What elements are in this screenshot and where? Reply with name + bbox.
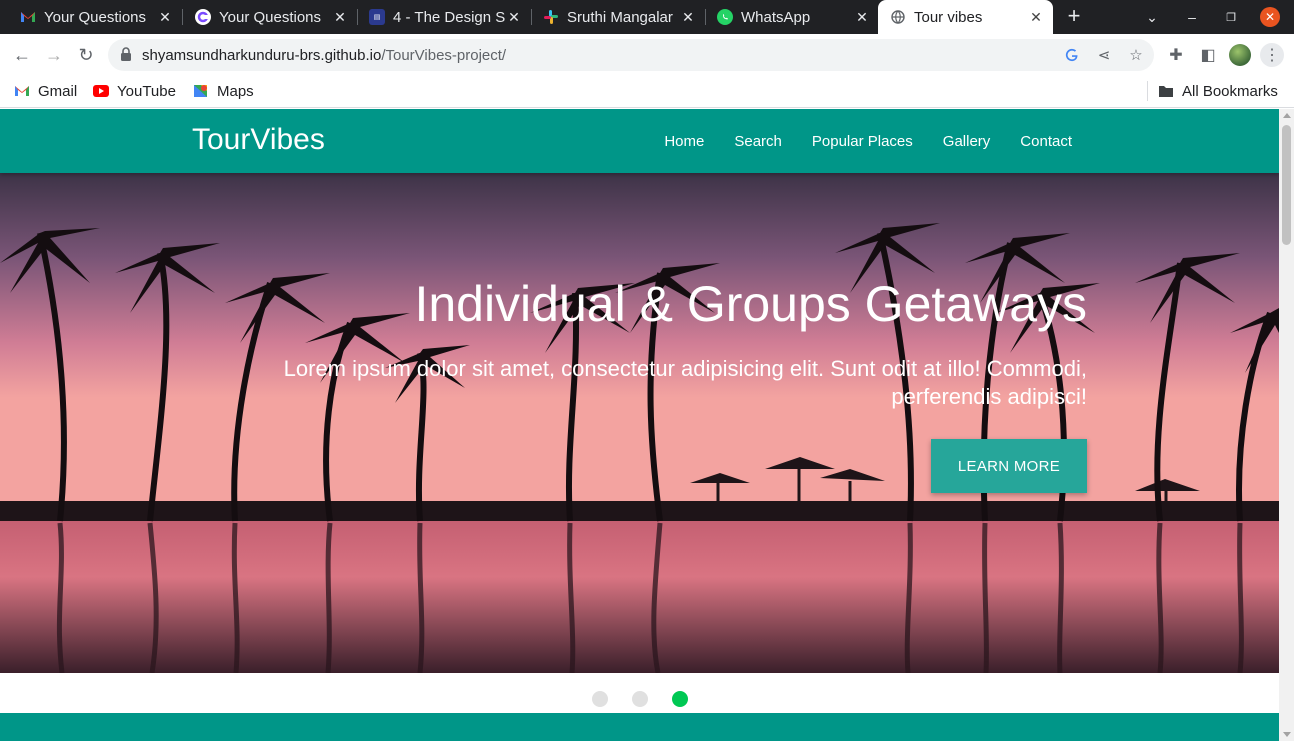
gmail-icon [14, 83, 30, 99]
minimize-icon[interactable]: – [1177, 0, 1207, 34]
next-section-band [0, 713, 1279, 741]
nav-home[interactable]: Home [664, 133, 704, 150]
reload-icon[interactable]: ↻ [74, 43, 98, 67]
web-page: TourVibes Home Search Popular Places Gal… [0, 109, 1279, 741]
slide-indicator-1[interactable] [592, 691, 608, 707]
bookmark-star-icon[interactable]: ☆ [1127, 46, 1145, 64]
scrollbar-thumb[interactable] [1282, 125, 1291, 245]
site-nav-links: Home Search Popular Places Gallery Conta… [634, 109, 1072, 173]
url-domain: shyamsundharkunduru-brs.github.io [142, 47, 382, 64]
tab-title: 4 - The Design Sy [393, 8, 505, 26]
site-navbar: TourVibes Home Search Popular Places Gal… [0, 109, 1279, 173]
new-tab-button[interactable]: + [1062, 5, 1086, 29]
doc-icon: ▤ [369, 9, 385, 25]
url-path: /TourVibes-project/ [381, 47, 507, 64]
all-bookmarks[interactable]: All Bookmarks [1158, 81, 1278, 101]
tab-strip: Your Questions ✕ Your Questions ✕ ▤ 4 - … [0, 0, 1294, 34]
close-icon[interactable]: ✕ [679, 9, 697, 26]
learn-more-button[interactable]: LEARN MORE [931, 439, 1087, 493]
tab-title: Tour vibes [914, 8, 983, 26]
nav-gallery[interactable]: Gallery [943, 133, 991, 150]
gmail-icon [20, 9, 36, 25]
tab-search-icon[interactable]: ⌄ [1137, 0, 1167, 34]
nav-contact[interactable]: Contact [1020, 133, 1072, 150]
slack-icon [543, 9, 559, 25]
hero-slider: Individual & Groups Getaways Lorem ipsum… [0, 173, 1279, 673]
tab-gmail[interactable]: Your Questions ✕ [0, 0, 182, 34]
folder-icon [1158, 83, 1174, 99]
tab-title: Your Questions [219, 8, 322, 26]
menu-icon[interactable]: ⋮ [1260, 43, 1284, 67]
bookmark-label: Maps [217, 82, 254, 100]
close-icon[interactable]: ✕ [331, 9, 349, 26]
bookmark-label: Gmail [38, 82, 78, 100]
side-panel-icon[interactable]: ◧ [1196, 43, 1220, 67]
hero-subtitle: Lorem ipsum dolor sit amet, consectetur … [283, 356, 1087, 409]
tab-design[interactable]: ▤ 4 - The Design Sy ✕ [349, 0, 531, 34]
hero-background-image [0, 173, 1279, 673]
tab-whatsapp[interactable]: WhatsApp ✕ [697, 0, 879, 34]
google-icon[interactable] [1063, 46, 1081, 64]
maps-icon [193, 83, 209, 99]
close-icon[interactable]: ✕ [1027, 9, 1045, 26]
tab-title: Your Questions [44, 8, 147, 26]
profile-avatar[interactable] [1229, 44, 1251, 66]
window-close-icon[interactable]: ✕ [1260, 7, 1280, 27]
address-bar[interactable]: shyamsundharkunduru-brs.github.io/TourVi… [108, 39, 1154, 71]
bookmark-label: YouTube [117, 82, 176, 100]
bookmarks-bar: Gmail YouTube Maps All Bookmarks [0, 75, 1294, 108]
extensions-icon[interactable]: ✚ [1164, 43, 1188, 67]
slide-indicator-3[interactable] [672, 691, 688, 707]
site-brand[interactable]: TourVibes [192, 123, 325, 157]
nav-search[interactable]: Search [734, 133, 782, 150]
hero-title: Individual & Groups Getaways [414, 276, 1087, 332]
all-bookmarks-label: All Bookmarks [1182, 82, 1278, 100]
tab-title: Sruthi Mangalar [567, 8, 673, 26]
back-icon[interactable]: ← [10, 43, 34, 67]
scroll-up-icon[interactable] [1283, 113, 1291, 118]
bookmark-maps[interactable]: Maps [193, 81, 254, 101]
forward-icon[interactable]: → [42, 43, 66, 67]
tab-questions[interactable]: Your Questions ✕ [175, 0, 357, 34]
close-icon[interactable]: ✕ [853, 9, 871, 26]
tab-tour-vibes[interactable]: Tour vibes ✕ [878, 0, 1053, 34]
bookmark-gmail[interactable]: Gmail [14, 81, 77, 101]
scroll-down-icon[interactable] [1283, 732, 1291, 737]
slide-indicators [0, 687, 1279, 711]
close-icon[interactable]: ✕ [505, 9, 523, 26]
share-icon[interactable]: ⋖ [1095, 46, 1113, 64]
browser-toolbar: ← → ↻ shyamsundharkunduru-brs.github.io/… [0, 34, 1294, 75]
lock-icon [120, 47, 134, 63]
youtube-icon [93, 85, 109, 97]
nav-popular-places[interactable]: Popular Places [812, 133, 913, 150]
globe-icon [890, 9, 906, 25]
tab-title: WhatsApp [741, 8, 811, 26]
close-icon[interactable]: ✕ [156, 9, 174, 26]
slide-indicator-2[interactable] [632, 691, 648, 707]
restore-icon[interactable]: ❐ [1216, 0, 1246, 34]
page-scrollbar[interactable] [1279, 109, 1294, 741]
tab-slack[interactable]: Sruthi Mangalar ✕ [523, 0, 705, 34]
url-text: shyamsundharkunduru-brs.github.io/TourVi… [142, 47, 506, 64]
whatsapp-icon [717, 9, 733, 25]
bookmark-youtube[interactable]: YouTube [93, 81, 176, 101]
app-icon [195, 9, 211, 25]
